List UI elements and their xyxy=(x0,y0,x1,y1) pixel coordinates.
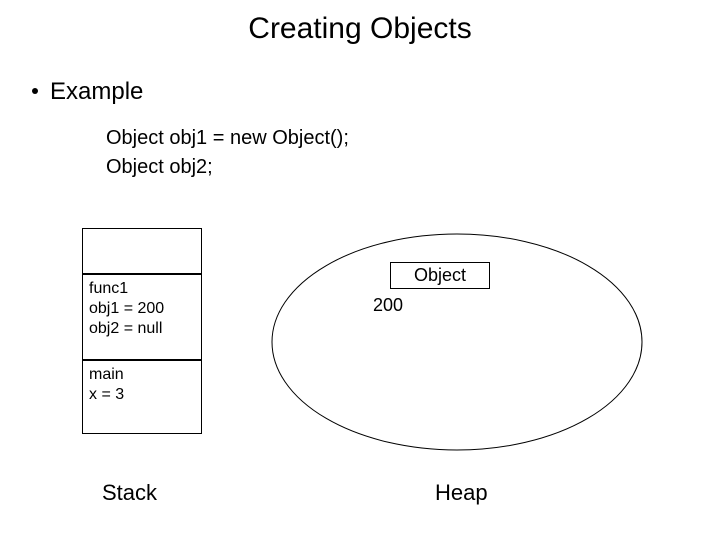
frame-func-var2: obj2 = null xyxy=(89,319,195,339)
bullet-dot-icon xyxy=(32,88,38,94)
frame-main-name: main xyxy=(89,365,195,385)
stack-frame-empty xyxy=(83,228,201,274)
code-line-2: Object obj2; xyxy=(106,153,349,182)
bullet-example: Example xyxy=(32,78,143,106)
stack-frame-main: main x = 3 xyxy=(83,360,201,434)
frame-func-name: func1 xyxy=(89,279,195,299)
heap-object-box: Object xyxy=(390,262,490,289)
code-block: Object obj1 = new Object(); Object obj2; xyxy=(106,124,349,182)
frame-main-var1: x = 3 xyxy=(89,385,195,405)
slide-title: Creating Objects xyxy=(0,0,720,46)
stack-frame-func1: func1 obj1 = 200 obj2 = null xyxy=(83,274,201,360)
bullet-text: Example xyxy=(50,78,143,105)
heap-address: 200 xyxy=(373,295,403,316)
stack-diagram: func1 obj1 = 200 obj2 = null main x = 3 xyxy=(82,228,202,434)
code-line-1: Object obj1 = new Object(); xyxy=(106,124,349,153)
stack-label: Stack xyxy=(102,480,157,506)
frame-func-var1: obj1 = 200 xyxy=(89,299,195,319)
heap-label: Heap xyxy=(435,480,488,506)
